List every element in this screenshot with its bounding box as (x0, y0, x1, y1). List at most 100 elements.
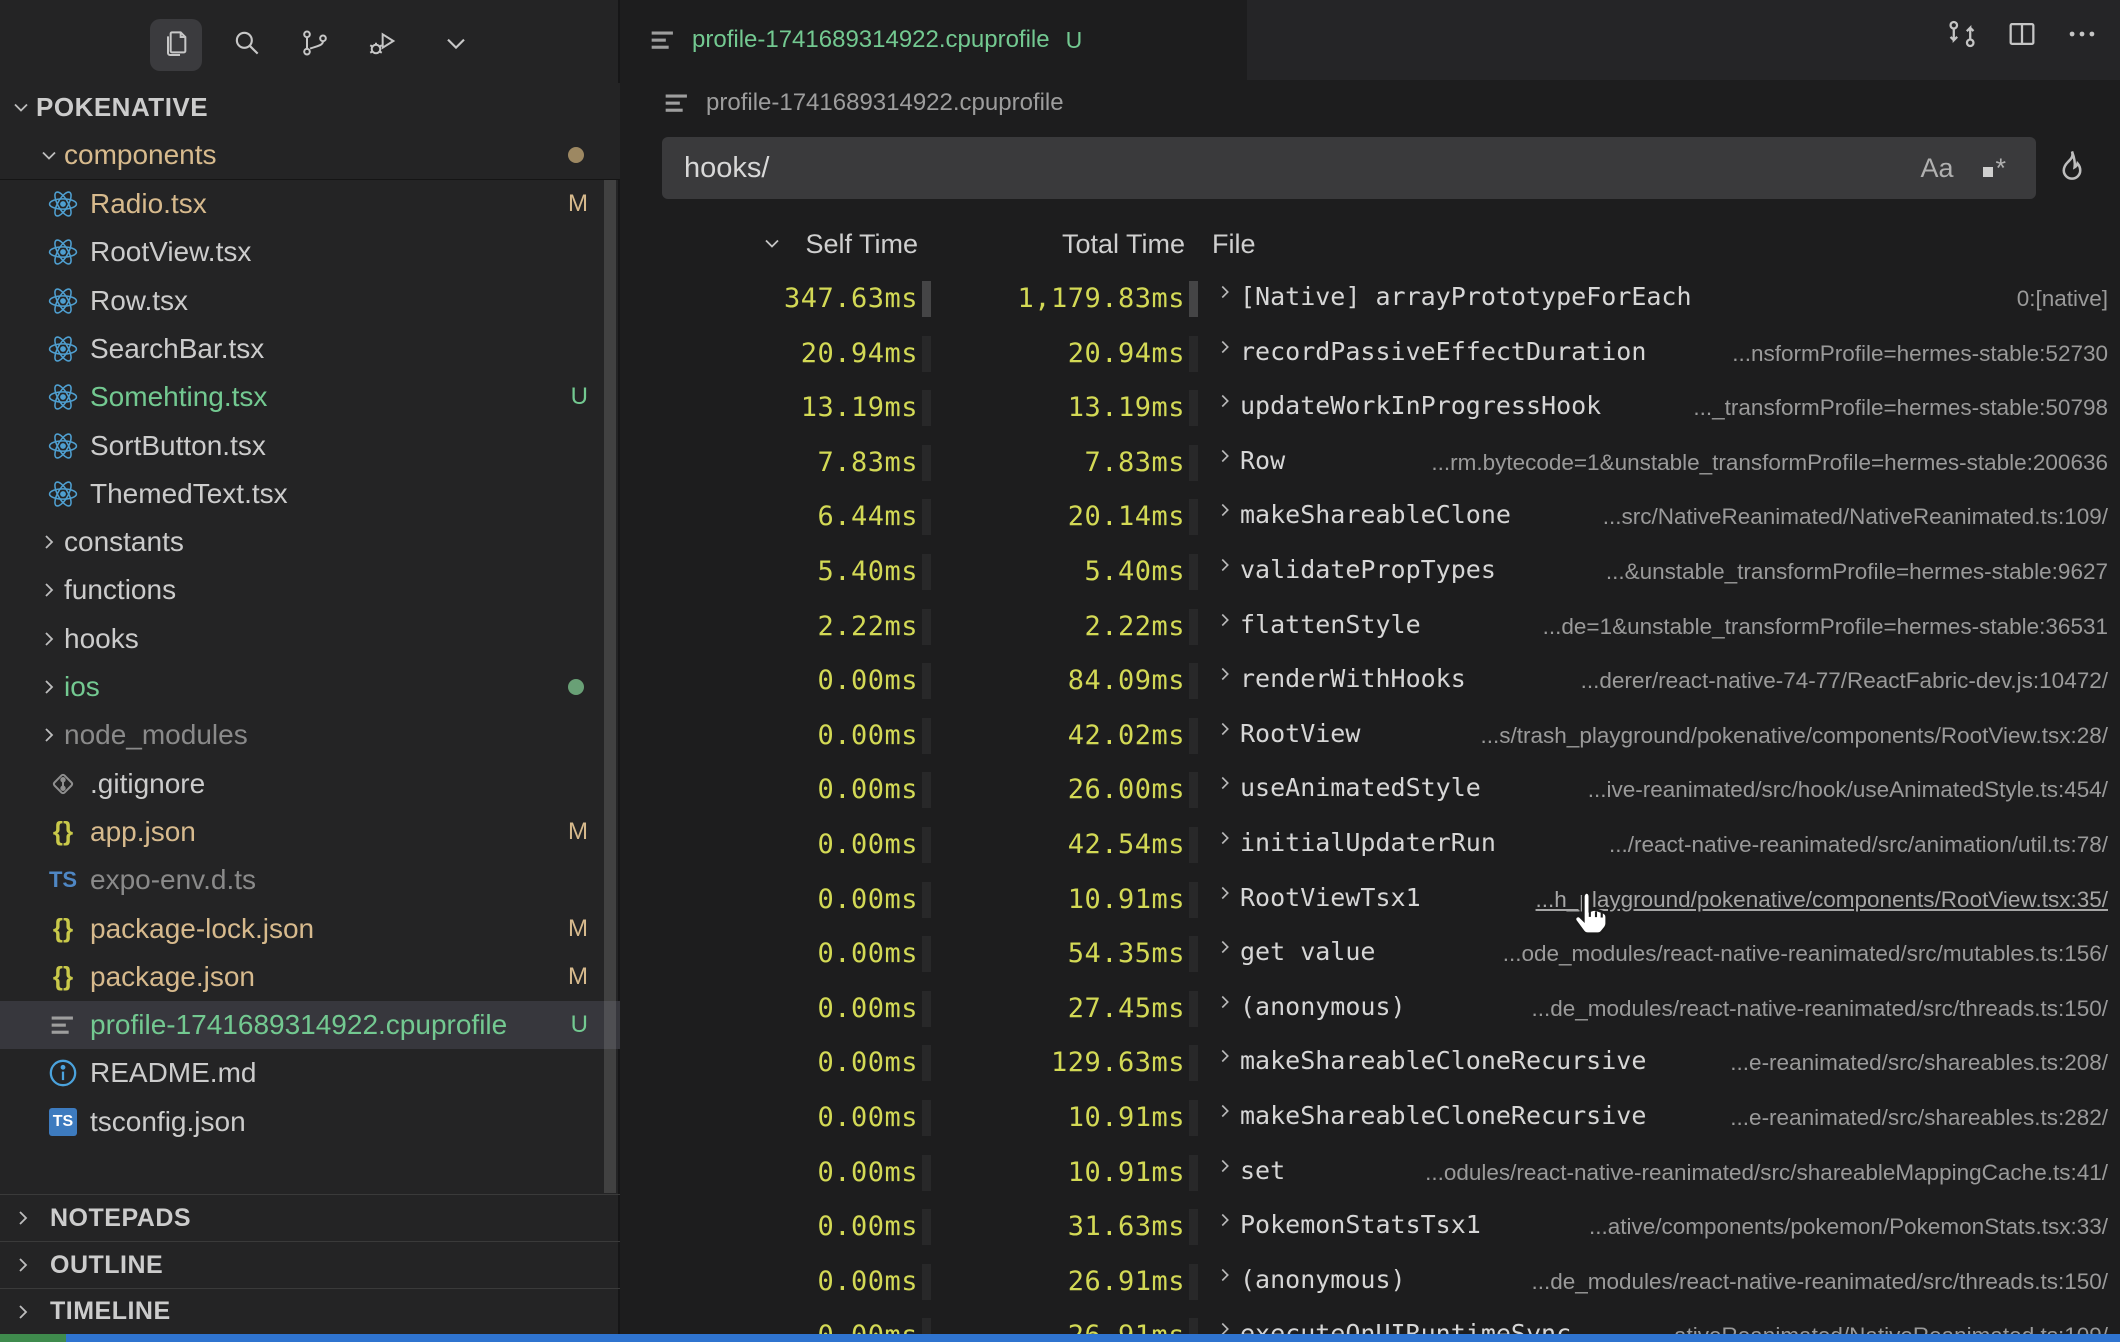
expand-chevron-icon[interactable] (1214, 609, 1236, 636)
sidebar-item-project-root[interactable]: POKENATIVE (0, 83, 620, 131)
file-location[interactable]: 0:[native] (2017, 286, 2108, 312)
expand-chevron-icon[interactable] (1214, 991, 1236, 1018)
more-actions-button[interactable] (2058, 12, 2106, 60)
function-name[interactable]: recordPassiveEffectDuration (1240, 337, 1646, 366)
profile-row-4[interactable]: 7.83ms7.83msRow...rm.bytecode=1&unstable… (620, 436, 2120, 491)
expand-chevron-icon[interactable] (1214, 499, 1236, 526)
file-location[interactable]: ...ative/components/pokemon/PokemonStats… (1589, 1214, 2108, 1240)
expand-chevron-icon[interactable] (1214, 554, 1236, 581)
sidebar-panel-timeline[interactable]: TIMELINE (0, 1288, 620, 1334)
tree-item-sortbutton-tsx[interactable]: SortButton.tsx (0, 422, 620, 470)
expand-chevron-icon[interactable] (1214, 445, 1236, 472)
tree-item-functions[interactable]: functions (0, 566, 620, 614)
profile-row-8[interactable]: 0.00ms84.09msrenderWithHooks...derer/rea… (620, 654, 2120, 709)
function-name[interactable]: renderWithHooks (1240, 664, 1466, 693)
file-location[interactable]: ...ativeReanimated/NativeReanimated.ts:1… (1655, 1323, 2108, 1334)
profile-row-1[interactable]: 347.63ms1,179.83ms[Native] arrayPrototyp… (620, 272, 2120, 327)
expand-chevron-icon[interactable] (1214, 1209, 1236, 1236)
file-location[interactable]: ...rm.bytecode=1&unstable_transformProfi… (1431, 450, 2108, 476)
breadcrumb[interactable]: profile-1741689314922.cpuprofile (660, 80, 1064, 126)
expand-chevron-icon[interactable] (1214, 827, 1236, 854)
sidebar-panel-notepads[interactable]: NOTEPADS (0, 1194, 620, 1241)
tree-item-expo-env-d-ts[interactable]: TSexpo-env.d.ts (0, 856, 620, 904)
sidebar-item-components-folder[interactable]: components (0, 131, 620, 179)
expand-chevron-icon[interactable] (1214, 1318, 1236, 1334)
compare-changes-button[interactable] (1938, 12, 1986, 60)
show-hot-paths-button[interactable] (2044, 140, 2100, 196)
profile-row-6[interactable]: 5.40ms5.40msvalidatePropTypes...&unstabl… (620, 545, 2120, 600)
header-self-time[interactable]: Self Time (620, 229, 918, 260)
run-debug-button[interactable] (356, 19, 408, 71)
profile-row-2[interactable]: 20.94ms20.94msrecordPassiveEffectDuratio… (620, 327, 2120, 382)
expand-chevron-icon[interactable] (1214, 336, 1236, 363)
function-name[interactable]: set (1240, 1156, 1285, 1185)
tree-item-radio-tsx[interactable]: Radio.tsxM (0, 180, 620, 228)
expand-chevron-icon[interactable] (1214, 882, 1236, 909)
tree-item-constants[interactable]: constants (0, 518, 620, 566)
tree-item-package-lock-json[interactable]: {}package-lock.jsonM (0, 905, 620, 953)
sidebar-scrollbar[interactable] (604, 180, 616, 1193)
file-location[interactable]: ..._transformProfile=hermes-stable:50798 (1693, 395, 2108, 421)
match-case-toggle[interactable]: Aa (1920, 153, 1953, 184)
tree-item-somehting-tsx[interactable]: Somehting.tsxU (0, 373, 620, 421)
function-name[interactable]: get value (1240, 937, 1375, 966)
file-location-link[interactable]: ...h_playground/pokenative/components/Ro… (1536, 887, 2108, 913)
function-name[interactable]: RootView (1240, 719, 1360, 748)
file-location[interactable]: ...de=1&unstable_transformProfile=hermes… (1543, 614, 2108, 640)
file-location[interactable]: ...ode_modules/react-native-reanimated/s… (1503, 941, 2108, 967)
tree-item-tsconfig-json[interactable]: TStsconfig.json (0, 1098, 620, 1146)
expand-chevron-icon[interactable] (1214, 1100, 1236, 1127)
file-location[interactable]: ...&unstable_transformProfile=hermes-sta… (1606, 559, 2108, 585)
split-editor-button[interactable] (1998, 12, 2046, 60)
expand-chevron-icon[interactable] (1214, 281, 1236, 308)
function-name[interactable]: Row (1240, 446, 1285, 475)
tab-cpuprofile[interactable]: profile-1741689314922.cpuprofile U (620, 0, 1247, 80)
expand-chevron-icon[interactable] (1214, 936, 1236, 963)
sidebar-panel-outline[interactable]: OUTLINE (0, 1241, 620, 1288)
function-name[interactable]: [Native] arrayPrototypeForEach (1240, 282, 1692, 311)
regex-toggle[interactable]: * (1983, 153, 2006, 184)
profile-row-19[interactable]: 0.00ms26.91ms(anonymous)...de_modules/re… (620, 1255, 2120, 1310)
function-name[interactable]: (anonymous) (1240, 1265, 1406, 1294)
tree-item-row-tsx[interactable]: Row.tsx (0, 277, 620, 325)
filter-input[interactable]: hooks/ (684, 152, 1920, 185)
profile-row-12[interactable]: 0.00ms10.91msRootViewTsx1...h_playground… (620, 873, 2120, 928)
profile-row-15[interactable]: 0.00ms129.63msmakeShareableCloneRecursiv… (620, 1036, 2120, 1091)
file-location[interactable]: ...src/NativeReanimated/NativeReanimated… (1603, 504, 2108, 530)
views-chevron-button[interactable] (430, 19, 482, 71)
profile-row-11[interactable]: 0.00ms42.54msinitialUpdaterRun.../react-… (620, 818, 2120, 873)
function-name[interactable]: executeOnUIRuntimeSync (1240, 1319, 1571, 1334)
function-name[interactable]: flattenStyle (1240, 610, 1421, 639)
expand-chevron-icon[interactable] (1214, 1045, 1236, 1072)
function-name[interactable]: makeShareableCloneRecursive (1240, 1046, 1646, 1075)
file-location[interactable]: ...odules/react-native-reanimated/src/sh… (1425, 1160, 2108, 1186)
file-location[interactable]: ...e-reanimated/src/shareables.ts:208/ (1730, 1050, 2108, 1076)
profile-row-3[interactable]: 13.19ms13.19msupdateWorkInProgressHook..… (620, 381, 2120, 436)
file-location[interactable]: ...de_modules/react-native-reanimated/sr… (1531, 1269, 2108, 1295)
file-location[interactable]: ...nsformProfile=hermes-stable:52730 (1732, 341, 2108, 367)
file-location[interactable]: ...ive-reanimated/src/hook/useAnimatedSt… (1588, 777, 2108, 803)
file-location[interactable]: ...derer/react-native-74-77/ReactFabric-… (1581, 668, 2108, 694)
explorer-button[interactable] (150, 19, 202, 71)
profile-row-14[interactable]: 0.00ms27.45ms(anonymous)...de_modules/re… (620, 982, 2120, 1037)
profile-row-16[interactable]: 0.00ms10.91msmakeShareableCloneRecursive… (620, 1091, 2120, 1146)
tree-item-ios[interactable]: ios (0, 663, 620, 711)
function-name[interactable]: makeShareableClone (1240, 500, 1511, 529)
profile-row-20[interactable]: 0.00ms26.91msexecuteOnUIRuntimeSync...at… (620, 1309, 2120, 1334)
function-name[interactable]: initialUpdaterRun (1240, 828, 1496, 857)
tree-item-readme-md[interactable]: README.md (0, 1049, 620, 1097)
function-name[interactable]: updateWorkInProgressHook (1240, 391, 1601, 420)
status-remote-segment[interactable] (0, 1334, 66, 1342)
profile-row-5[interactable]: 6.44ms20.14msmakeShareableClone...src/Na… (620, 490, 2120, 545)
tree-item-package-json[interactable]: {}package.jsonM (0, 953, 620, 1001)
source-control-button[interactable] (289, 19, 341, 71)
expand-chevron-icon[interactable] (1214, 772, 1236, 799)
expand-chevron-icon[interactable] (1214, 718, 1236, 745)
function-name[interactable]: PokemonStatsTsx1 (1240, 1210, 1481, 1239)
function-name[interactable]: useAnimatedStyle (1240, 773, 1481, 802)
profile-row-7[interactable]: 2.22ms2.22msflattenStyle...de=1&unstable… (620, 600, 2120, 655)
function-name[interactable]: (anonymous) (1240, 992, 1406, 1021)
header-file[interactable]: File (1212, 229, 1256, 260)
expand-chevron-icon[interactable] (1214, 1264, 1236, 1291)
expand-chevron-icon[interactable] (1214, 663, 1236, 690)
